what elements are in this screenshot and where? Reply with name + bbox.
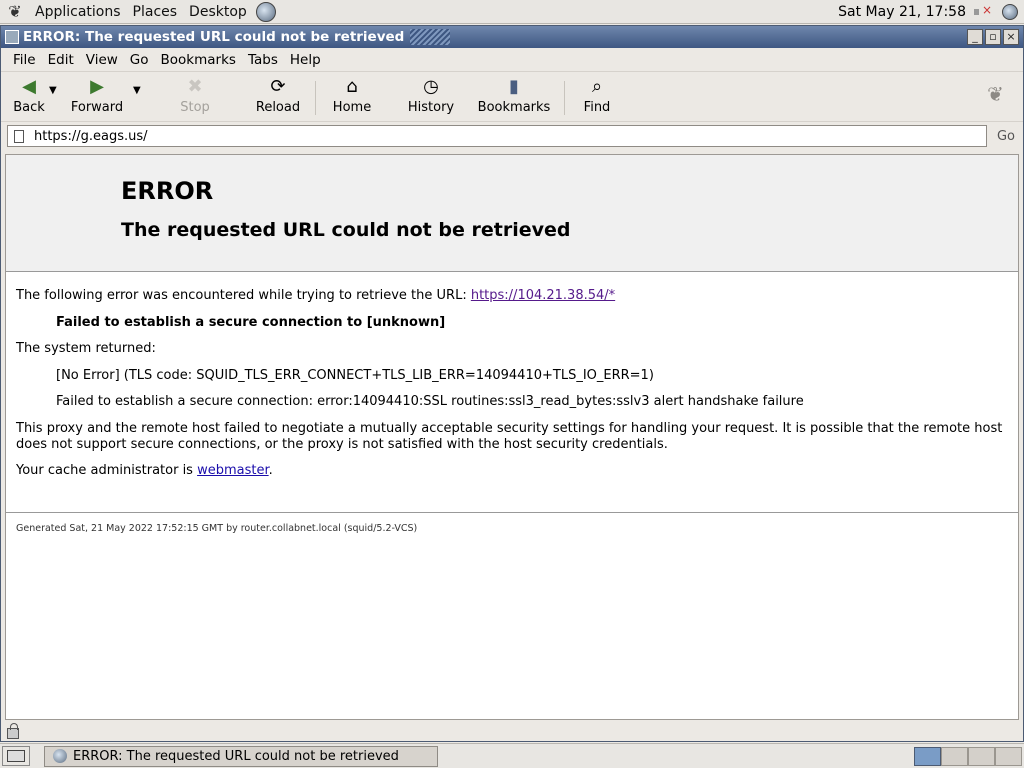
requested-url-link[interactable]: https://104.21.38.54/* bbox=[471, 288, 615, 303]
stop-button[interactable]: ✖ Stop bbox=[175, 75, 215, 116]
volume-muted-icon[interactable] bbox=[974, 3, 992, 19]
url-field[interactable] bbox=[7, 125, 987, 147]
webmaster-link[interactable]: webmaster bbox=[197, 463, 269, 478]
places-menu[interactable]: Places bbox=[130, 4, 181, 20]
find-magnifier-icon: ⌕ bbox=[591, 75, 603, 97]
navigation-toolbar: ◀ Back ▼ ▶ Forward ▼ ✖ Stop ⟳ Reload ⌂ H… bbox=[1, 72, 1023, 122]
toolbar-separator bbox=[315, 81, 316, 115]
browser-window: ERROR: The requested URL could not be re… bbox=[0, 25, 1024, 742]
show-desktop-icon bbox=[7, 750, 25, 762]
taskbar-window-title: ERROR: The requested URL could not be re… bbox=[73, 748, 399, 764]
back-button[interactable]: ◀ Back bbox=[9, 75, 49, 116]
window-title: ERROR: The requested URL could not be re… bbox=[23, 29, 405, 45]
window-menu-icon[interactable] bbox=[5, 30, 19, 44]
minimize-button[interactable]: _ bbox=[967, 29, 983, 45]
security-lock-icon[interactable] bbox=[7, 722, 19, 739]
menu-bookmarks[interactable]: Bookmarks bbox=[155, 52, 242, 68]
stop-icon: ✖ bbox=[187, 75, 203, 97]
status-bar bbox=[1, 720, 1023, 742]
throbber-foot-icon: ❦ bbox=[987, 82, 1004, 106]
desktop-menu[interactable]: Desktop bbox=[186, 4, 250, 20]
back-history-dropdown[interactable]: ▼ bbox=[49, 85, 61, 96]
menu-file[interactable]: File bbox=[7, 52, 42, 68]
bookmarks-button[interactable]: ▮ Bookmarks bbox=[476, 75, 552, 116]
forward-history-dropdown[interactable]: ▼ bbox=[133, 85, 145, 96]
toolbar-separator bbox=[564, 81, 565, 115]
forward-arrow-icon: ▶ bbox=[90, 75, 104, 97]
page-content: ERROR The requested URL could not be ret… bbox=[5, 154, 1019, 720]
url-input[interactable] bbox=[34, 128, 986, 144]
menu-tabs[interactable]: Tabs bbox=[242, 52, 284, 68]
reload-button[interactable]: ⟳ Reload bbox=[253, 75, 303, 116]
explanation-text: This proxy and the remote host failed to… bbox=[16, 420, 1003, 452]
history-button[interactable]: ◷ History bbox=[406, 75, 456, 116]
forward-button[interactable]: ▶ Forward bbox=[67, 75, 127, 116]
find-button[interactable]: ⌕ Find bbox=[577, 75, 617, 116]
menu-edit[interactable]: Edit bbox=[42, 52, 80, 68]
workspace-2[interactable] bbox=[941, 746, 968, 766]
error-header: ERROR The requested URL could not be ret… bbox=[6, 155, 1018, 272]
menu-help[interactable]: Help bbox=[284, 52, 327, 68]
titlebar-decoration bbox=[410, 29, 451, 45]
ssl-error-message: Failed to establish a secure connection:… bbox=[56, 394, 804, 410]
menu-view[interactable]: View bbox=[80, 52, 124, 68]
system-returned-label: The system returned: bbox=[16, 341, 156, 357]
maximize-button[interactable]: ▫ bbox=[985, 29, 1001, 45]
menu-go[interactable]: Go bbox=[124, 52, 155, 68]
location-bar: Go bbox=[1, 122, 1023, 150]
gnome-foot-icon[interactable]: ❦ bbox=[4, 1, 26, 23]
workspace-1[interactable] bbox=[914, 746, 941, 766]
error-heading: ERROR bbox=[121, 177, 214, 205]
history-clock-icon: ◷ bbox=[423, 75, 439, 97]
reload-icon: ⟳ bbox=[270, 75, 286, 97]
workspace-3[interactable] bbox=[968, 746, 995, 766]
show-desktop-button[interactable] bbox=[2, 746, 30, 766]
bottom-panel: ERROR: The requested URL could not be re… bbox=[0, 743, 1024, 768]
applications-menu[interactable]: Applications bbox=[32, 4, 124, 20]
menu-bar: File Edit View Go Bookmarks Tabs Help bbox=[1, 48, 1023, 72]
back-arrow-icon: ◀ bbox=[22, 75, 36, 97]
failure-message: Failed to establish a secure connection … bbox=[56, 314, 446, 330]
clock[interactable]: Sat May 21, 17:58 bbox=[838, 4, 966, 20]
title-bar[interactable]: ERROR: The requested URL could not be re… bbox=[1, 26, 1023, 48]
tls-code-message: [No Error] (TLS code: SQUID_TLS_ERR_CONN… bbox=[56, 367, 654, 383]
close-button[interactable]: × bbox=[1003, 29, 1019, 45]
page-icon bbox=[14, 129, 24, 143]
top-panel: ❦ Applications Places Desktop Sat May 21… bbox=[0, 0, 1024, 24]
go-button[interactable]: Go bbox=[997, 129, 1015, 144]
error-subheading: The requested URL could not be retrieved bbox=[121, 219, 571, 241]
home-icon: ⌂ bbox=[346, 75, 358, 97]
taskbar-window-button[interactable]: ERROR: The requested URL could not be re… bbox=[44, 745, 438, 767]
workspace-4[interactable] bbox=[995, 746, 1022, 766]
network-icon[interactable] bbox=[1002, 3, 1018, 20]
workspace-switcher bbox=[914, 746, 1022, 766]
admin-line: Your cache administrator is webmaster. bbox=[16, 463, 273, 479]
error-footer: Generated Sat, 21 May 2022 17:52:15 GMT … bbox=[6, 511, 1018, 544]
home-button[interactable]: ⌂ Home bbox=[328, 75, 376, 116]
browser-task-icon bbox=[53, 749, 67, 763]
error-body: The following error was encountered whil… bbox=[6, 272, 1018, 479]
browser-launcher-icon[interactable] bbox=[255, 1, 276, 22]
bookmarks-book-icon: ▮ bbox=[509, 75, 519, 97]
error-intro: The following error was encountered whil… bbox=[16, 288, 616, 303]
